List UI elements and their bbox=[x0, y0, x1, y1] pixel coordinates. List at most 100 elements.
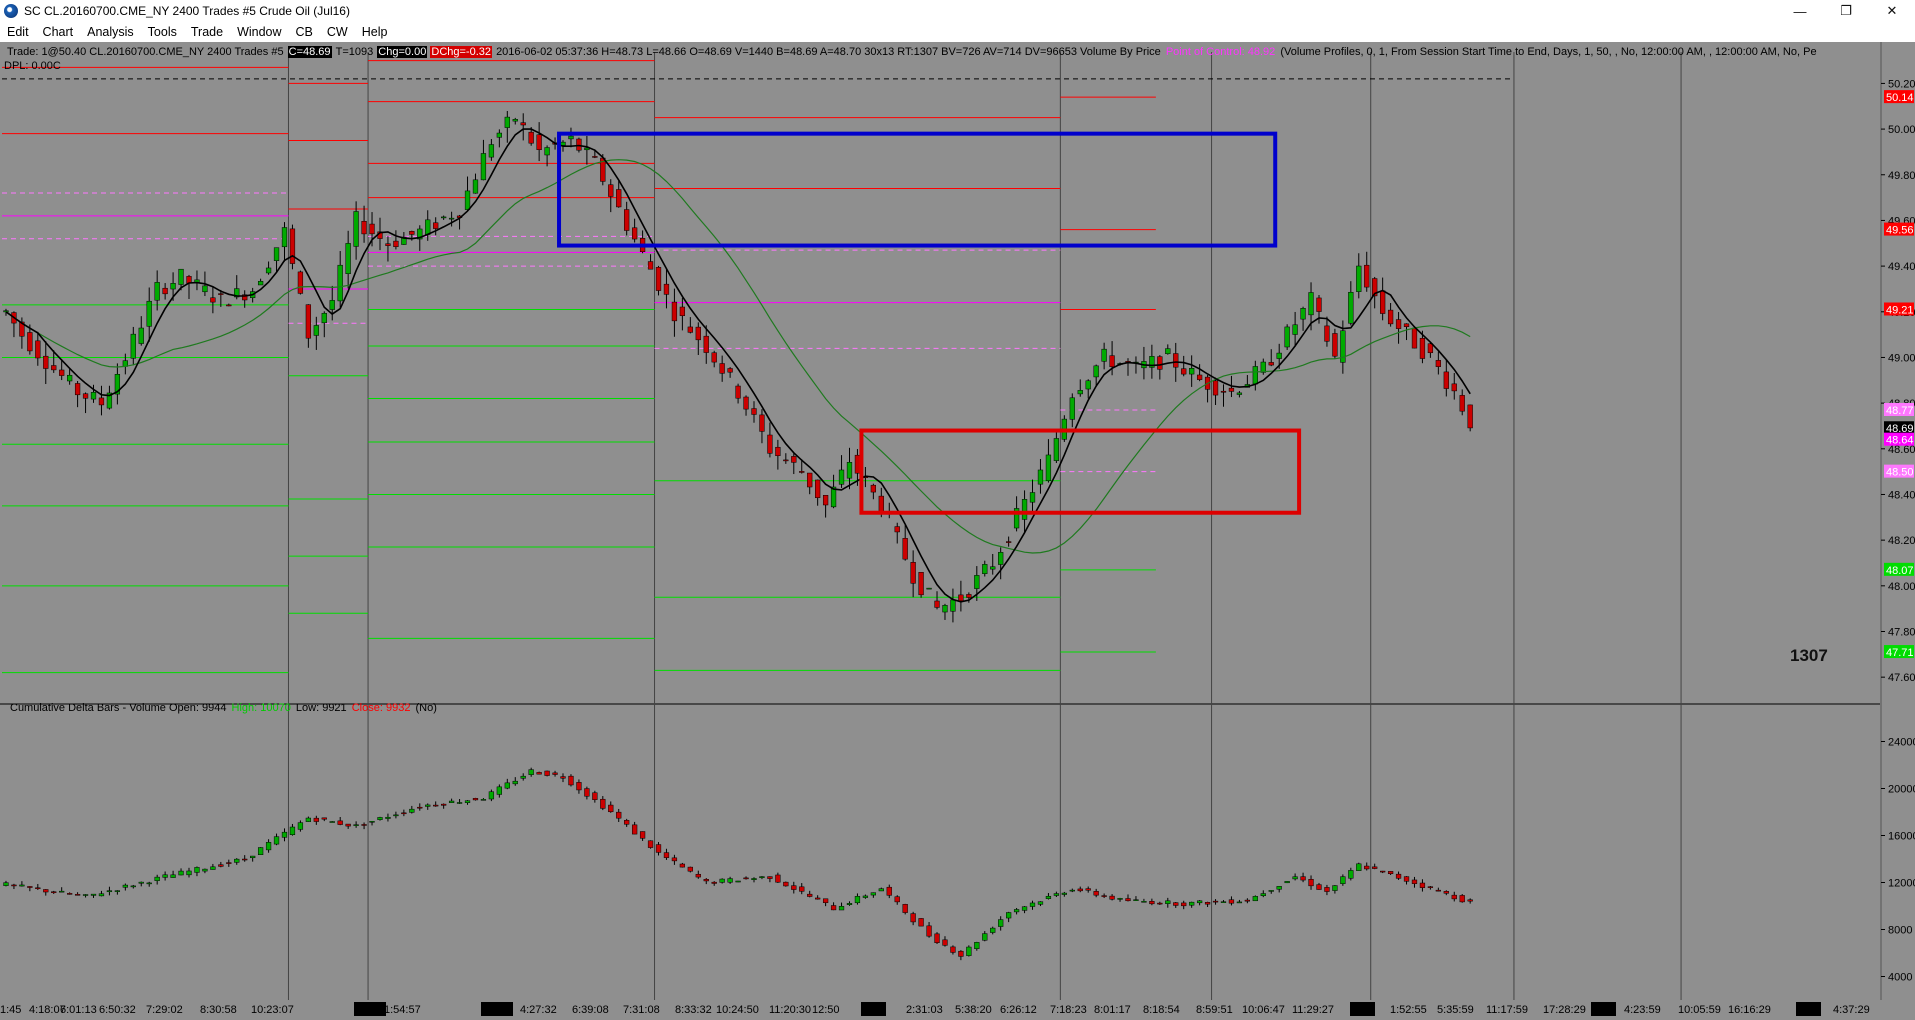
price-candle bbox=[1228, 387, 1235, 392]
price-candle bbox=[202, 285, 208, 293]
price-candle bbox=[43, 355, 49, 369]
price-candle bbox=[671, 301, 678, 322]
price-candle bbox=[464, 190, 471, 210]
delta-bar bbox=[1157, 902, 1163, 905]
menu-help[interactable]: Help bbox=[355, 22, 395, 42]
price-candle bbox=[815, 479, 821, 499]
delta-bar bbox=[82, 894, 89, 896]
price-candle bbox=[1387, 309, 1394, 325]
delta-bar bbox=[822, 898, 829, 903]
delta-bar bbox=[234, 858, 240, 863]
delta-bar bbox=[345, 823, 351, 827]
close-button[interactable]: ✕ bbox=[1869, 0, 1915, 22]
price-candle bbox=[51, 365, 57, 371]
price-candle bbox=[1109, 355, 1115, 368]
time-axis-label: 11:17:59 bbox=[1486, 1004, 1528, 1016]
delta-bar bbox=[218, 864, 224, 867]
price-candle bbox=[719, 363, 725, 374]
menu-edit[interactable]: Edit bbox=[0, 22, 36, 42]
time-axis-label: 11:20:30 bbox=[769, 1004, 811, 1016]
delta-bar bbox=[1411, 879, 1418, 884]
delta-bar bbox=[679, 863, 686, 868]
price-candle bbox=[345, 243, 351, 275]
price-candle bbox=[1181, 368, 1187, 375]
price-candle bbox=[807, 472, 813, 488]
price-candle bbox=[974, 575, 980, 589]
delta-bar bbox=[1077, 888, 1083, 892]
price-candle bbox=[711, 352, 717, 363]
delta-bar bbox=[441, 803, 447, 806]
delta-bar bbox=[759, 876, 765, 878]
menu-window[interactable]: Window bbox=[230, 22, 288, 42]
delta-bar bbox=[1029, 902, 1036, 907]
price-candle bbox=[138, 327, 144, 344]
restore-button[interactable]: ❐ bbox=[1823, 0, 1869, 22]
delta-bar bbox=[751, 878, 757, 880]
delta-bar bbox=[59, 890, 65, 893]
time-axis-label: 4:37:29 bbox=[1833, 1004, 1870, 1016]
delta-bar bbox=[401, 812, 407, 815]
time-axis-label: 8:30:58 bbox=[200, 1004, 237, 1016]
chart-canvas[interactable]: 50.2050.0049.8049.6049.4049.2049.0048.80… bbox=[0, 42, 1915, 1020]
menu-analysis[interactable]: Analysis bbox=[80, 22, 141, 42]
delta-bar bbox=[894, 896, 900, 903]
menu-chart[interactable]: Chart bbox=[36, 22, 81, 42]
time-axis-label: 10:05:59 bbox=[1678, 1004, 1721, 1016]
delta-bar bbox=[830, 905, 837, 911]
price-candle bbox=[27, 332, 33, 352]
price-axis-label: 48.20 bbox=[1888, 535, 1915, 547]
price-candle bbox=[1173, 353, 1179, 368]
delta-bar bbox=[114, 890, 121, 892]
delta-bar bbox=[1356, 863, 1362, 871]
menu-tools[interactable]: Tools bbox=[141, 22, 184, 42]
delta-bar bbox=[918, 918, 924, 927]
price-candle bbox=[74, 383, 81, 396]
price-candle bbox=[98, 397, 105, 406]
delta-bar bbox=[647, 840, 654, 848]
menu-cb[interactable]: CB bbox=[289, 22, 320, 42]
price-candle bbox=[536, 134, 542, 150]
close-price-badge: C=48.69 bbox=[287, 46, 332, 58]
delta-bar bbox=[1125, 898, 1131, 902]
price-tag: 48.77 bbox=[1886, 405, 1914, 417]
time-axis-label: 2:31:03 bbox=[906, 1004, 943, 1016]
delta-bar bbox=[361, 824, 367, 826]
price-candle bbox=[1236, 392, 1243, 395]
chart-area[interactable]: 50.2050.0049.8049.6049.4049.2049.0048.80… bbox=[0, 42, 1915, 1020]
price-candle bbox=[1165, 348, 1171, 355]
delta-bar bbox=[51, 891, 57, 893]
delta-bar bbox=[281, 831, 288, 838]
price-candle bbox=[592, 156, 598, 158]
price-candle bbox=[313, 325, 319, 336]
delta-bar bbox=[1419, 882, 1426, 888]
delta-bar bbox=[242, 858, 248, 861]
price-candle bbox=[3, 310, 9, 313]
delta-axis-label: 16000 bbox=[1888, 831, 1915, 843]
price-candle bbox=[576, 138, 582, 151]
price-candle bbox=[353, 211, 359, 247]
price-candle bbox=[1252, 366, 1258, 385]
price-candle bbox=[1053, 438, 1060, 461]
price-candle bbox=[966, 594, 972, 598]
delta-bar bbox=[194, 867, 200, 873]
delta-bar bbox=[1387, 871, 1394, 875]
price-candle bbox=[265, 267, 272, 274]
delta-bar bbox=[1006, 912, 1012, 919]
delta-bar bbox=[1181, 902, 1187, 907]
price-tag: 48.07 bbox=[1886, 565, 1914, 577]
price-candle bbox=[687, 326, 693, 333]
delta-bar bbox=[154, 876, 160, 881]
price-candle bbox=[409, 231, 415, 235]
minimize-button[interactable]: — bbox=[1777, 0, 1823, 22]
price-candle bbox=[1380, 290, 1386, 314]
menu-trade[interactable]: Trade bbox=[184, 22, 230, 42]
time-axis-label: 5:38:20 bbox=[955, 1004, 992, 1016]
price-candle bbox=[321, 312, 327, 324]
price-candle bbox=[679, 306, 686, 317]
delta-bar bbox=[1300, 876, 1306, 881]
price-axis-label: 48.40 bbox=[1888, 489, 1915, 501]
menu-cw[interactable]: CW bbox=[320, 22, 355, 42]
date-marker: 5-31 bbox=[483, 1004, 505, 1016]
price-candle bbox=[1045, 454, 1052, 482]
delta-bar bbox=[1395, 873, 1402, 879]
